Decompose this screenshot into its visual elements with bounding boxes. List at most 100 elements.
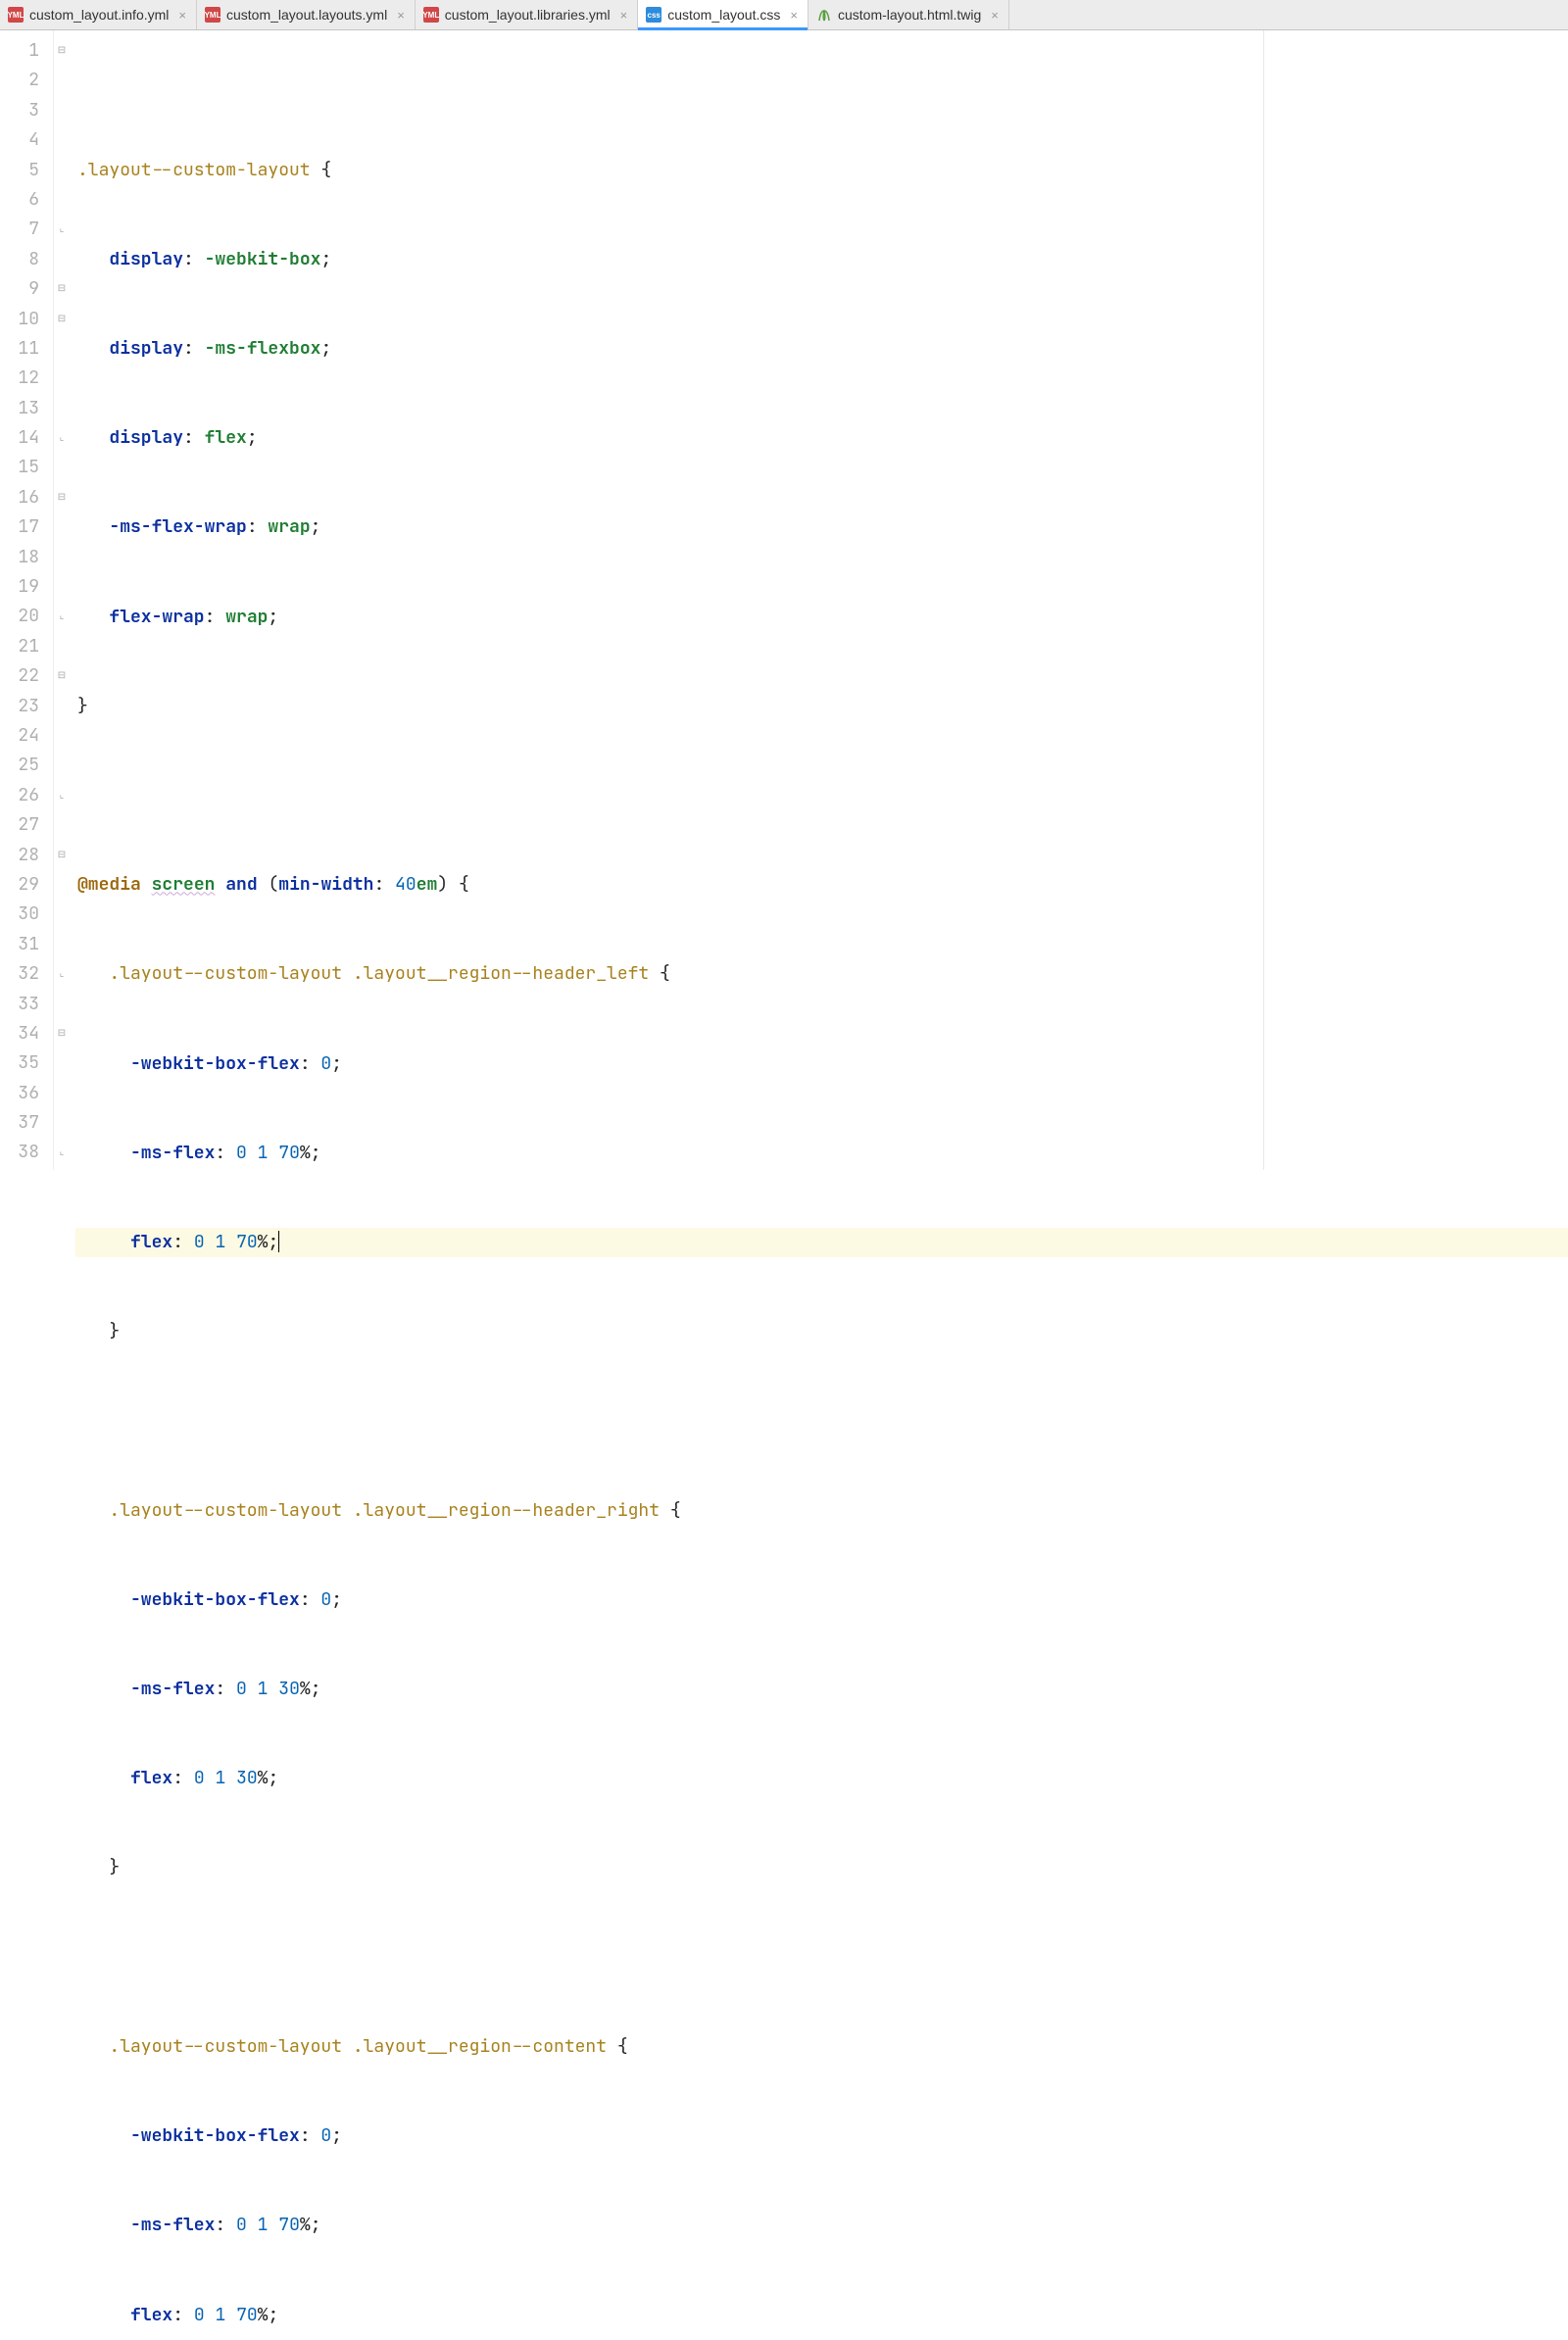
line-number: 2 (0, 66, 39, 95)
close-icon[interactable]: × (178, 8, 186, 23)
code-line (75, 1406, 1568, 1436)
fold-marker (54, 66, 70, 95)
fold-marker (54, 156, 70, 185)
fold-marker[interactable]: ⊟ (54, 36, 70, 66)
code-line: display: -ms-flexbox; (75, 334, 1568, 364)
line-number: 29 (0, 870, 39, 900)
fold-marker (54, 125, 70, 155)
code-line: .layout--custom-layout .layout__region--… (75, 2032, 1568, 2062)
code-line: display: -webkit-box; (75, 245, 1568, 274)
fold-marker (54, 751, 70, 780)
tab-twig[interactable]: custom-layout.html.twig × (808, 0, 1009, 29)
fold-marker (54, 721, 70, 751)
fold-marker (54, 1108, 70, 1138)
code-line: } (75, 1317, 1568, 1346)
fold-marker (54, 930, 70, 959)
fold-marker (54, 543, 70, 572)
fold-marker (54, 512, 70, 542)
line-number: 8 (0, 245, 39, 274)
line-number: 34 (0, 1019, 39, 1048)
fold-marker (54, 185, 70, 215)
line-number: 18 (0, 543, 39, 572)
line-number: 14 (0, 423, 39, 453)
line-number: 28 (0, 841, 39, 870)
code-line: -ms-flex: 0 1 70%; (75, 2211, 1568, 2240)
fold-marker[interactable]: ⊟ (54, 305, 70, 334)
line-number: 11 (0, 334, 39, 364)
tab-label: custom_layout.libraries.yml (445, 7, 611, 23)
tab-info-yml[interactable]: YML custom_layout.info.yml × (0, 0, 197, 29)
text-caret (278, 1231, 279, 1252)
line-number: 27 (0, 810, 39, 840)
fold-marker[interactable]: ⌞ (54, 959, 70, 989)
fold-marker (54, 394, 70, 423)
code-line: -ms-flex: 0 1 30%; (75, 1675, 1568, 1704)
tab-custom-layout-css[interactable]: css custom_layout.css × (638, 0, 808, 29)
fold-marker[interactable]: ⌞ (54, 215, 70, 244)
fold-marker[interactable]: ⊟ (54, 841, 70, 870)
code-line: display: flex; (75, 423, 1568, 453)
close-icon[interactable]: × (397, 8, 405, 23)
line-number: 30 (0, 900, 39, 929)
fold-marker (54, 334, 70, 364)
fold-marker (54, 364, 70, 393)
tab-layouts-yml[interactable]: YML custom_layout.layouts.yml × (197, 0, 416, 29)
fold-marker (54, 1048, 70, 1078)
line-number: 26 (0, 781, 39, 810)
code-line: -webkit-box-flex: 0; (75, 1049, 1568, 1079)
fold-marker[interactable]: ⊟ (54, 661, 70, 691)
close-icon[interactable]: × (790, 8, 798, 23)
fold-marker[interactable]: ⊟ (54, 483, 70, 512)
code-line: .layout--custom-layout .layout__region--… (75, 1496, 1568, 1526)
fold-marker[interactable]: ⊟ (54, 1019, 70, 1048)
close-icon[interactable]: × (991, 8, 999, 23)
code-line: flex-wrap: wrap; (75, 603, 1568, 632)
line-number: 31 (0, 930, 39, 959)
code-line: } (75, 692, 1568, 721)
fold-marker[interactable]: ⊟ (54, 274, 70, 304)
fold-marker[interactable]: ⌞ (54, 781, 70, 810)
code-line-active: flex: 0 1 70%; (75, 1228, 1568, 1257)
line-number: 10 (0, 305, 39, 334)
css-file-icon: css (646, 7, 662, 23)
line-number: 15 (0, 453, 39, 482)
close-icon[interactable]: × (620, 8, 628, 23)
line-number: 3 (0, 96, 39, 125)
fold-marker (54, 245, 70, 274)
fold-marker (54, 810, 70, 840)
line-number: 16 (0, 483, 39, 512)
line-number: 4 (0, 125, 39, 155)
code-line: } (75, 1853, 1568, 1882)
line-number: 21 (0, 632, 39, 661)
line-number: 19 (0, 572, 39, 602)
code-editor[interactable]: 1234567891011121314151617181920212223242… (0, 30, 1568, 1170)
right-margin-guide (1263, 30, 1264, 1170)
code-line: flex: 0 1 30%; (75, 1764, 1568, 1793)
yml-file-icon: YML (205, 7, 220, 23)
code-area[interactable]: .layout--custom-layout { display: -webki… (70, 30, 1568, 1170)
line-number: 13 (0, 394, 39, 423)
yml-file-icon: YML (423, 7, 439, 23)
code-line: .layout--custom-layout { (75, 156, 1568, 185)
line-number-gutter: 1234567891011121314151617181920212223242… (0, 30, 54, 1170)
fold-marker (54, 990, 70, 1019)
tab-libraries-yml[interactable]: YML custom_layout.libraries.yml × (416, 0, 638, 29)
code-line: flex: 0 1 70%; (75, 2301, 1568, 2330)
code-line: -webkit-box-flex: 0; (75, 2121, 1568, 2151)
tab-label: custom-layout.html.twig (838, 7, 981, 23)
fold-marker[interactable]: ⌞ (54, 423, 70, 453)
code-line: -webkit-box-flex: 0; (75, 1585, 1568, 1615)
tab-label: custom_layout.layouts.yml (226, 7, 387, 23)
line-number: 20 (0, 602, 39, 631)
line-number: 12 (0, 364, 39, 393)
line-number: 25 (0, 751, 39, 780)
fold-marker[interactable]: ⌞ (54, 1138, 70, 1167)
code-line: .layout--custom-layout .layout__region--… (75, 959, 1568, 989)
line-number: 22 (0, 661, 39, 691)
fold-marker (54, 453, 70, 482)
fold-marker[interactable]: ⌞ (54, 602, 70, 631)
editor-tabs-bar: YML custom_layout.info.yml × YML custom_… (0, 0, 1568, 30)
code-line: @media screen and (min-width: 40em) { (75, 870, 1568, 900)
line-number: 5 (0, 156, 39, 185)
fold-marker (54, 632, 70, 661)
